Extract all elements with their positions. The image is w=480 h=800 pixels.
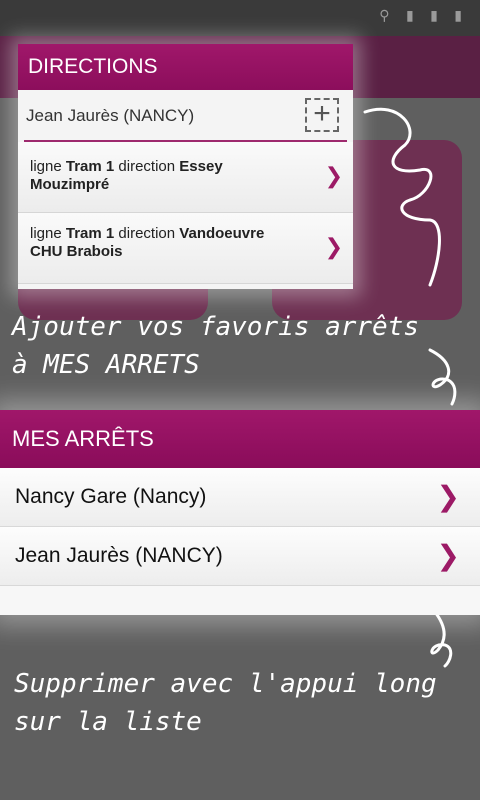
mes-arrets-title: MES ARRÊTS xyxy=(0,410,480,468)
list-item[interactable]: Nancy Gare (Nancy) ❯ xyxy=(0,468,480,527)
mes-arrets-panel: MES ARRÊTS Nancy Gare (Nancy) ❯ Jean Jau… xyxy=(0,410,480,615)
add-favorites-annotation: Ajouter vos favoris arrêts à MES ARRETS xyxy=(12,312,419,380)
delete-hint-annotation: Supprimer avec l'appui long sur la liste xyxy=(14,669,437,737)
chevron-right-icon: ❯ xyxy=(436,539,460,572)
list-item[interactable]: Jean Jaurès (NANCY) ❯ xyxy=(0,527,480,586)
list-item-label: Nancy Gare (Nancy) xyxy=(15,485,207,508)
chevron-right-icon: ❯ xyxy=(436,480,460,513)
list-item-label: Jean Jaurès (NANCY) xyxy=(15,544,223,567)
